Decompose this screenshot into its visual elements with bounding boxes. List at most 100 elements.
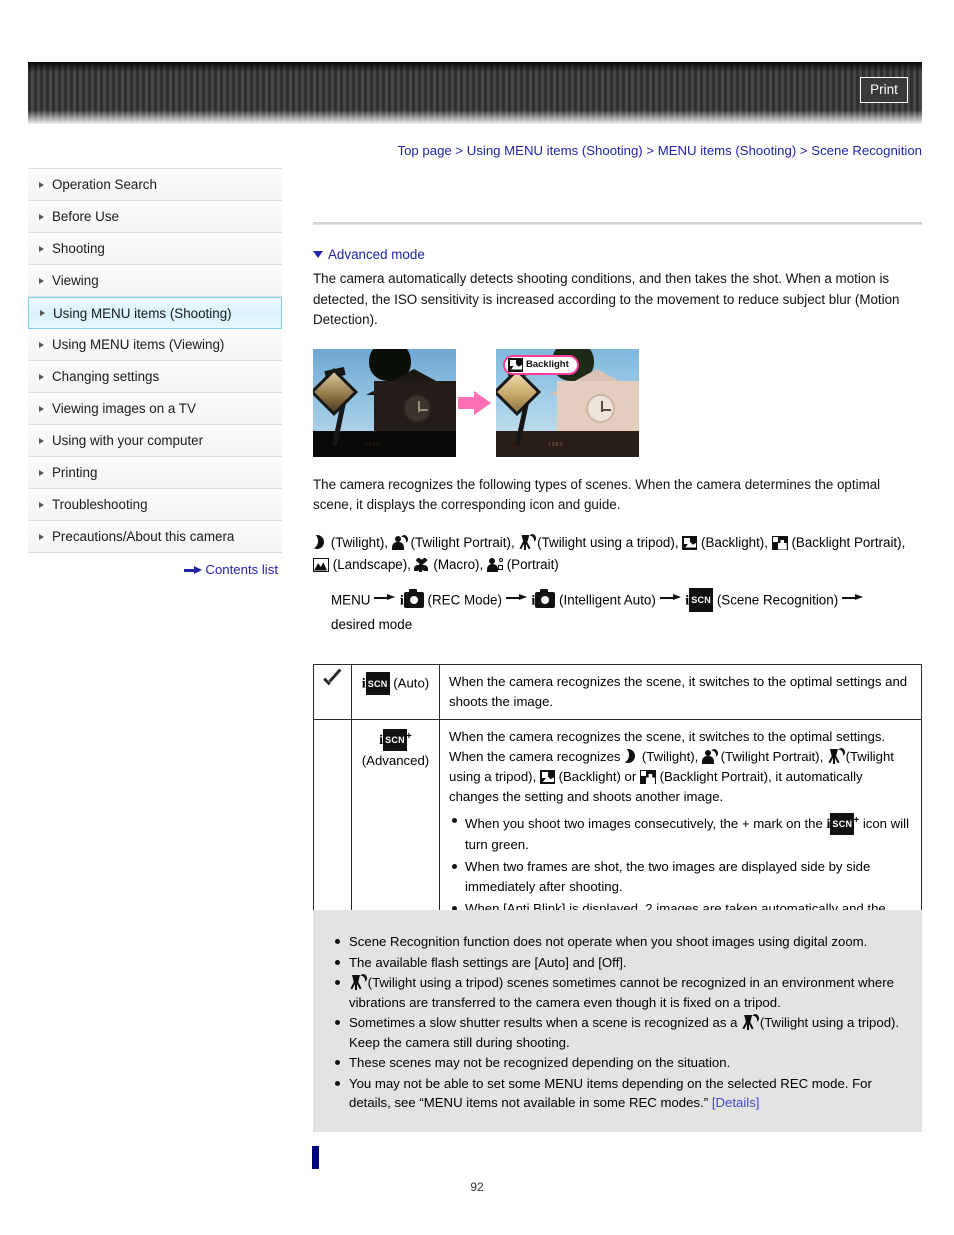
breadcrumb-item-scene-recognition[interactable]: Scene Recognition	[811, 143, 922, 158]
arrow-right-icon	[505, 593, 528, 603]
transition-arrow-icon	[456, 349, 496, 457]
row-icon-cell: i SCN (Auto)	[351, 664, 440, 720]
twilight-icon	[313, 534, 327, 550]
chevron-right-icon	[39, 213, 44, 220]
chevron-right-icon	[39, 405, 44, 412]
sidebar-item-shooting[interactable]: Shooting	[28, 233, 282, 265]
sidebar-item-precautions-about-this-camera[interactable]: Precautions/About this camera	[28, 521, 282, 553]
sidebar-item-label: Viewing	[52, 273, 99, 288]
i-scn-advanced-icon: SCN	[383, 728, 407, 751]
list-item: You may not be able to set some MENU ite…	[335, 1074, 904, 1113]
sidebar-item-using-menu-items-viewing[interactable]: Using MENU items (Viewing)	[28, 329, 282, 361]
i-scn-advanced-icon: SCN	[830, 812, 855, 835]
breadcrumb: Top page > Using MENU items (Shooting) >…	[300, 143, 922, 158]
backlight-icon	[508, 357, 523, 372]
scene-label: (Backlight),	[701, 534, 768, 550]
sidebar-item-label: Before Use	[52, 209, 119, 224]
chevron-right-icon	[39, 469, 44, 476]
sidebar: Operation Search Before Use Shooting Vie…	[28, 168, 282, 553]
photo-clock	[586, 393, 615, 423]
modes-table: i SCN (Auto) When the camera recognizes t…	[313, 664, 922, 949]
breadcrumb-separator: >	[646, 143, 655, 158]
i-scn-auto-icon: SCN	[365, 672, 390, 695]
scene-label: (Portrait)	[506, 556, 559, 572]
details-link[interactable]: [Details]	[712, 1095, 760, 1110]
breadcrumb-item-top-page[interactable]: Top page	[397, 143, 451, 158]
sidebar-item-using-menu-items-shooting[interactable]: Using MENU items (Shooting)	[28, 297, 282, 329]
chevron-right-icon	[40, 310, 45, 316]
checkmark-icon	[323, 672, 342, 691]
sidebar-item-using-with-your-computer[interactable]: Using with your computer	[28, 425, 282, 457]
chevron-right-icon	[39, 245, 44, 252]
notes-box: Scene Recognition function does not oper…	[313, 910, 922, 1132]
backlight-icon	[682, 535, 698, 550]
macro-icon	[413, 557, 430, 572]
chevron-right-icon	[39, 533, 44, 540]
row-body-backlight: (Backlight) or	[558, 769, 637, 784]
sidebar-item-label: Precautions/About this camera	[52, 529, 235, 544]
camera-icon	[535, 589, 556, 608]
sidebar-item-viewing[interactable]: Viewing	[28, 265, 282, 297]
photo-lamp-glass	[496, 367, 542, 416]
print-button[interactable]: Print	[860, 77, 908, 103]
chevron-right-icon	[39, 501, 44, 508]
photo-base-text: 1983	[365, 441, 381, 448]
list-item: Sometimes a slow shutter results when a …	[335, 1013, 904, 1052]
list-item: When you shoot two images consecutively,…	[452, 811, 912, 855]
sidebar-item-viewing-images-on-a-tv[interactable]: Viewing images on a TV	[28, 393, 282, 425]
plus-icon: +	[405, 731, 412, 742]
list-item: When two frames are shot, the two images…	[452, 857, 912, 897]
scene-label: (Landscape),	[332, 556, 411, 572]
page-number: 92	[470, 1180, 484, 1194]
photo-lamp-head	[313, 366, 363, 416]
sidebar-item-before-use[interactable]: Before Use	[28, 201, 282, 233]
sidebar-item-operation-search[interactable]: Operation Search	[28, 169, 282, 201]
photo-lamp-head	[496, 366, 546, 416]
divider	[313, 222, 922, 225]
row-body-twilight-portrait: (Twilight Portrait),	[720, 749, 824, 764]
photo-base-text: 1983	[548, 441, 564, 448]
backlight-portrait-icon	[639, 770, 656, 784]
plus-icon: +	[853, 815, 860, 826]
twilight-portrait-icon	[701, 749, 717, 764]
breadcrumb-separator: >	[799, 143, 808, 158]
menu-path-step3: (Scene Recognition)	[716, 592, 839, 607]
camera-icon	[403, 589, 424, 608]
sidebar-item-changing-settings[interactable]: Changing settings	[28, 361, 282, 393]
photo-lamp-glass	[313, 367, 359, 416]
scn-badge-icon: SCN	[689, 587, 714, 612]
contents-list-link[interactable]: Contents list	[28, 562, 282, 577]
menu-path-step2: (Intelligent Auto)	[559, 592, 656, 607]
backlight-portrait-icon	[771, 535, 788, 550]
scene-label: (Twilight),	[330, 534, 389, 550]
photo-clock	[403, 393, 432, 423]
list-item: The available flash settings are [Auto] …	[335, 953, 904, 973]
sidebar-item-troubleshooting[interactable]: Troubleshooting	[28, 489, 282, 521]
intro-paragraph: The camera automatically detects shootin…	[313, 271, 900, 327]
note-text: These scenes may not be recognized depen…	[349, 1055, 731, 1070]
twilight-tripod-icon	[349, 975, 364, 990]
photo-after: 1983 Backlight	[496, 348, 639, 457]
sidebar-item-label: Using MENU items (Shooting)	[53, 305, 232, 321]
sidebar-item-label: Shooting	[52, 241, 105, 256]
portrait-icon	[486, 557, 503, 572]
arrow-right-icon	[184, 566, 203, 575]
backlight-icon	[539, 770, 555, 784]
header-bar: Print	[28, 62, 922, 124]
triangle-down-icon	[313, 251, 323, 258]
sidebar-item-label: Using MENU items (Viewing)	[52, 337, 225, 352]
row-icon-label: (Advanced)	[361, 753, 430, 768]
scene-label: (Backlight Portrait),	[791, 534, 906, 550]
breadcrumb-item-using-menu-items-shooting[interactable]: Using MENU items (Shooting)	[467, 143, 643, 158]
breadcrumb-item-menu-items-shooting[interactable]: MENU items (Shooting)	[658, 143, 797, 158]
sidebar-item-printing[interactable]: Printing	[28, 457, 282, 489]
backlight-badge-label: Backlight	[526, 359, 569, 370]
sidebar-item-label: Viewing images on a TV	[52, 401, 196, 416]
bullet-text-pre: When you shoot two images consecutively,…	[465, 816, 823, 831]
illustration-row: 1983 1983 Backlight	[313, 348, 922, 457]
sidebar-item-label: Printing	[52, 465, 98, 480]
row-body-twilight: (Twilight),	[641, 749, 699, 764]
notes-list: Scene Recognition function does not oper…	[331, 932, 904, 1113]
chevron-right-icon	[39, 373, 44, 380]
row-check-cell	[313, 664, 352, 720]
